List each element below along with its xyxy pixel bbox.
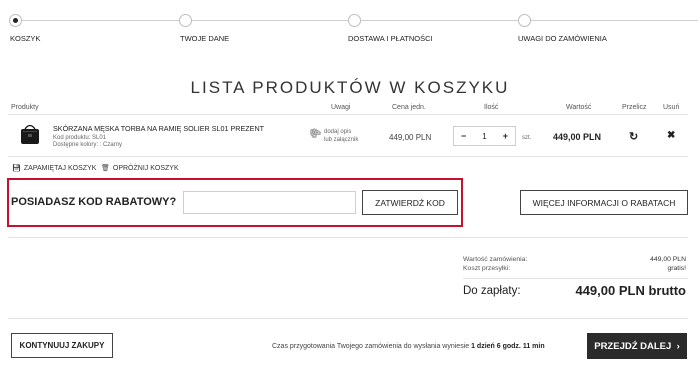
divider: [8, 237, 688, 238]
shipping-label: Koszt przesyłki:: [463, 265, 511, 272]
quantity-decrease-button[interactable]: −: [461, 131, 466, 141]
product-colors-value: : Czarny: [99, 142, 123, 148]
quantity-unit: szt.: [522, 135, 532, 141]
order-value: 449,00 PLN: [650, 256, 686, 263]
product-colors-label: Dostępne kolory:: [53, 142, 99, 148]
preparation-time-value: 1 dzień 6 godz. 11 min: [471, 343, 545, 350]
refresh-icon[interactable]: ↻: [629, 130, 638, 143]
continue-shopping-button[interactable]: KONTYNUUJ ZAKUPY: [11, 333, 113, 358]
product-name[interactable]: SKÓRZANA MĘSKA TORBA NA RAMIĘ SOLIER SL0…: [53, 124, 264, 133]
shipping-value: gratis!: [667, 265, 686, 272]
save-cart-label: ZAPAMIĘTAJ KOSZYK: [23, 165, 97, 172]
header-value: Wartość: [566, 104, 592, 111]
clear-cart-label: OPRÓŻNIJ KOSZYK: [112, 165, 179, 172]
add-note-link[interactable]: dodaj opis: [324, 129, 351, 135]
next-step-button[interactable]: PRZEJDŹ DALEJ ›: [587, 333, 687, 359]
trash-icon: 🗑︎: [101, 165, 110, 172]
divider: [8, 156, 688, 157]
step-dot-delivery[interactable]: [348, 14, 361, 27]
step-dot-cart[interactable]: [9, 14, 22, 27]
header-unit-price: Cena jedn.: [392, 104, 426, 111]
quantity-stepper: − 1 +: [453, 126, 516, 146]
step-label-cart[interactable]: KOSZYK: [10, 34, 40, 43]
product-thumbnail[interactable]: [16, 120, 44, 148]
step-label-your-data[interactable]: TWOJE DANE: [180, 34, 229, 43]
save-cart-link[interactable]: 💾︎ ZAPAMIĘTAJ KOSZYK: [12, 164, 96, 172]
header-remove: Usuń: [663, 104, 680, 111]
unit-price: 449,00 PLN: [389, 133, 432, 142]
save-icon: 💾︎: [12, 165, 21, 172]
header-products: Produkty: [11, 104, 39, 111]
chevron-right-icon: ›: [676, 340, 680, 352]
next-step-label: PRZEJDŹ DALEJ: [594, 340, 672, 352]
divider: [8, 114, 688, 115]
discount-code-input[interactable]: [183, 191, 356, 214]
step-label-delivery[interactable]: DOSTAWA I PŁATNOŚCI: [348, 34, 433, 43]
quantity-value[interactable]: 1: [482, 132, 486, 141]
submit-code-button[interactable]: ZATWIERDŹ KOD: [362, 190, 458, 215]
product-code-value: SL01: [92, 135, 107, 141]
add-attachment-link[interactable]: lub załącznik: [324, 137, 358, 143]
header-recalc: Przelicz: [622, 104, 647, 111]
clear-cart-link[interactable]: 🗑︎ OPRÓŻNIJ KOSZYK: [101, 164, 179, 172]
to-pay-value: 449,00 PLN brutto: [575, 283, 686, 298]
paperclip-icon[interactable]: 🖇︎: [307, 125, 324, 142]
divider: [8, 318, 688, 319]
to-pay-label: Do zapłaty:: [463, 285, 521, 297]
product-code: Kod produktu: SL01: [53, 135, 106, 141]
header-quantity: Ilość: [484, 104, 499, 111]
discount-label: POSIADASZ KOD RABATOWY?: [11, 196, 177, 208]
preparation-time-label: Czas przygotowania Twojego zamówienia do…: [272, 343, 470, 350]
product-code-label: Kod produktu:: [53, 135, 91, 141]
discount-info-button[interactable]: WIĘCEJ INFORMACJI O RABATACH: [520, 190, 688, 215]
step-dot-your-data[interactable]: [179, 14, 192, 27]
order-value-label: Wartość zamówienia:: [463, 256, 528, 263]
line-value: 449,00 PLN: [553, 132, 602, 142]
step-label-notes[interactable]: UWAGI DO ZAMÓWIENIA: [518, 34, 607, 43]
product-colors: Dostępne kolory: : Czarny: [53, 142, 122, 148]
preparation-time-text: Czas przygotowania Twojego zamówienia do…: [272, 343, 545, 350]
page-title: LISTA PRODUKTÓW W KOSZYKU: [190, 78, 510, 97]
header-notes: Uwagi: [331, 104, 351, 111]
step-dot-notes[interactable]: [518, 14, 531, 27]
divider: [463, 278, 688, 279]
close-icon[interactable]: ✖: [667, 130, 675, 141]
quantity-increase-button[interactable]: +: [503, 131, 508, 141]
